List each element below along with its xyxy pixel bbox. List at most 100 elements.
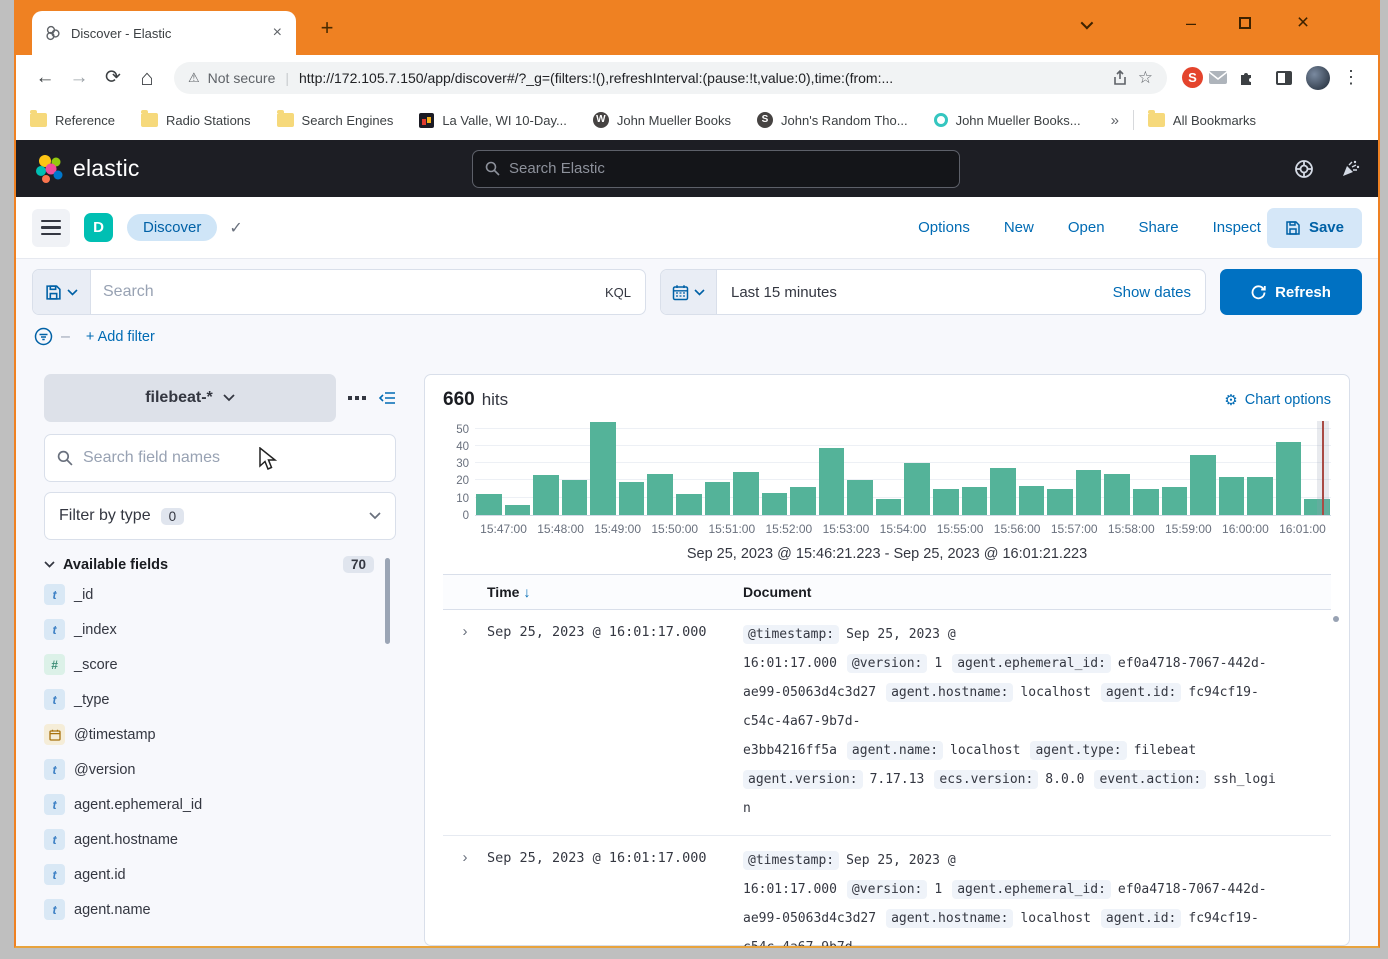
bookmark-item[interactable]: Radio Stations	[141, 113, 251, 128]
breadcrumb[interactable]: Discover	[127, 214, 217, 241]
available-fields-header[interactable]: Available fields 70	[44, 556, 396, 573]
field-item[interactable]: tagent.ephemeral_id	[44, 787, 396, 822]
filter-icon[interactable]	[34, 327, 53, 346]
document-column-header[interactable]: Document	[743, 584, 1331, 600]
refresh-button[interactable]: Refresh	[1220, 269, 1362, 315]
field-item[interactable]: t_id	[44, 577, 396, 612]
chart-options-button[interactable]: ⚙ Chart options	[1224, 391, 1331, 409]
elastic-logo[interactable]: elastic	[34, 154, 140, 184]
help-icon[interactable]	[1294, 159, 1314, 179]
menu-hamburger-icon[interactable]	[32, 209, 70, 247]
histogram-bar[interactable]	[1076, 470, 1102, 515]
new-tab-button[interactable]: +	[312, 14, 342, 44]
bookmark-item[interactable]: WJohn Mueller Books	[593, 112, 731, 128]
side-panel-icon[interactable]	[1276, 71, 1292, 85]
field-item[interactable]: #_score	[44, 647, 396, 682]
index-options-icon[interactable]	[348, 396, 366, 400]
field-item[interactable]: tagent.hostname	[44, 822, 396, 857]
bookmark-item[interactable]: Search Engines	[277, 113, 394, 128]
kql-search-input[interactable]: Search KQL	[32, 269, 646, 315]
field-item[interactable]: t_type	[44, 682, 396, 717]
window-minimize-button[interactable]: –	[1168, 6, 1214, 40]
histogram-bar[interactable]	[847, 480, 873, 515]
extension-mail-icon[interactable]	[1208, 70, 1238, 85]
field-item[interactable]: t_index	[44, 612, 396, 647]
histogram-bar[interactable]	[1104, 474, 1130, 515]
histogram-bar[interactable]	[762, 493, 788, 515]
histogram-bar[interactable]	[904, 463, 930, 515]
table-scrollbar-dot[interactable]	[1333, 616, 1339, 622]
browser-menu-icon[interactable]: ⋮	[1336, 67, 1366, 88]
histogram-bar[interactable]	[1190, 455, 1216, 515]
all-bookmarks-button[interactable]: All Bookmarks	[1148, 113, 1256, 128]
elastic-search-input[interactable]: Search Elastic	[472, 150, 960, 188]
nav-link-open[interactable]: Open	[1068, 219, 1105, 236]
profile-avatar[interactable]	[1306, 66, 1330, 90]
histogram-bar[interactable]	[676, 494, 702, 515]
sidebar-scrollbar[interactable]	[385, 558, 390, 644]
time-column-header[interactable]: Time↓	[487, 584, 743, 600]
histogram-bar[interactable]	[1247, 477, 1273, 515]
collapse-sidebar-icon[interactable]	[378, 391, 396, 405]
histogram-bar[interactable]	[705, 482, 731, 515]
nav-link-new[interactable]: New	[1004, 219, 1034, 236]
table-row[interactable]: ›Sep 25, 2023 @ 16:01:17.000@timestamp:S…	[443, 836, 1331, 946]
field-item[interactable]: @timestamp	[44, 717, 396, 752]
bookmark-item[interactable]: Reference	[30, 113, 115, 128]
back-button[interactable]: ←	[28, 67, 62, 89]
histogram-bar[interactable]	[962, 487, 988, 515]
histogram-bar[interactable]	[1162, 487, 1188, 515]
index-pattern-select[interactable]: filebeat-*	[44, 374, 336, 422]
histogram-bar[interactable]	[1133, 489, 1159, 515]
histogram-bar[interactable]	[476, 494, 502, 515]
save-button[interactable]: Save	[1267, 208, 1362, 248]
show-dates-button[interactable]: Show dates	[1113, 284, 1191, 301]
window-maximize-button[interactable]	[1222, 6, 1268, 40]
expand-row-icon[interactable]: ›	[443, 620, 487, 823]
table-row[interactable]: ›Sep 25, 2023 @ 16:01:17.000@timestamp:S…	[443, 610, 1331, 836]
date-picker[interactable]: Last 15 minutes Show dates	[660, 269, 1206, 315]
histogram-bar[interactable]	[733, 472, 759, 515]
filter-by-type-dropdown[interactable]: Filter by type 0	[44, 492, 396, 540]
field-item[interactable]: t@version	[44, 752, 396, 787]
histogram-bar[interactable]	[933, 489, 959, 515]
histogram-bar[interactable]	[790, 487, 816, 515]
expand-row-icon[interactable]: ›	[443, 846, 487, 946]
chart-plot-area[interactable]	[475, 421, 1331, 516]
histogram-bar[interactable]	[819, 448, 845, 515]
share-icon[interactable]	[1112, 70, 1128, 86]
bookmark-item[interactable]: La Valle, WI 10-Day...	[419, 113, 567, 128]
tab-close-icon[interactable]: ×	[269, 24, 286, 42]
bookmark-item[interactable]: John Mueller Books...	[934, 113, 1081, 128]
nav-link-share[interactable]: Share	[1139, 219, 1179, 236]
histogram-bar[interactable]	[619, 482, 645, 515]
histogram-bar[interactable]	[1219, 477, 1245, 515]
browser-tab[interactable]: Discover - Elastic ×	[32, 11, 296, 55]
histogram-bar[interactable]	[505, 505, 531, 515]
home-button[interactable]: ⌂	[130, 65, 164, 91]
histogram-bar[interactable]	[990, 468, 1016, 515]
histogram-bar[interactable]	[533, 475, 559, 515]
forward-button[interactable]: →	[62, 67, 96, 89]
add-filter-button[interactable]: + Add filter	[86, 329, 155, 345]
reload-button[interactable]: ⟳	[96, 66, 130, 89]
histogram-bar[interactable]	[876, 499, 902, 515]
not-secure-warning-icon[interactable]: ⚠	[188, 70, 200, 86]
extension-shield-icon[interactable]: S	[1182, 67, 1203, 88]
histogram-bar[interactable]	[562, 480, 588, 515]
address-bar[interactable]: ⚠ Not secure | http://172.105.7.150/app/…	[174, 62, 1167, 94]
news-party-icon[interactable]	[1340, 159, 1360, 179]
date-quick-menu-button[interactable]	[661, 270, 717, 314]
url-text[interactable]: http://172.105.7.150/app/discover#/?_g=(…	[299, 70, 1102, 86]
space-avatar[interactable]: D	[84, 213, 113, 242]
histogram-bar[interactable]	[647, 474, 673, 515]
histogram-bar[interactable]	[1019, 486, 1045, 515]
nav-link-inspect[interactable]: Inspect	[1213, 219, 1261, 236]
sort-down-icon[interactable]: ↓	[523, 584, 530, 600]
field-item[interactable]: tagent.name	[44, 892, 396, 927]
nav-link-options[interactable]: Options	[918, 219, 970, 236]
saved-query-menu-button[interactable]	[33, 270, 91, 314]
bookmark-item[interactable]: SJohn's Random Tho...	[757, 112, 908, 128]
tab-search-button[interactable]	[1062, 6, 1108, 40]
histogram-bar[interactable]	[1276, 442, 1302, 515]
